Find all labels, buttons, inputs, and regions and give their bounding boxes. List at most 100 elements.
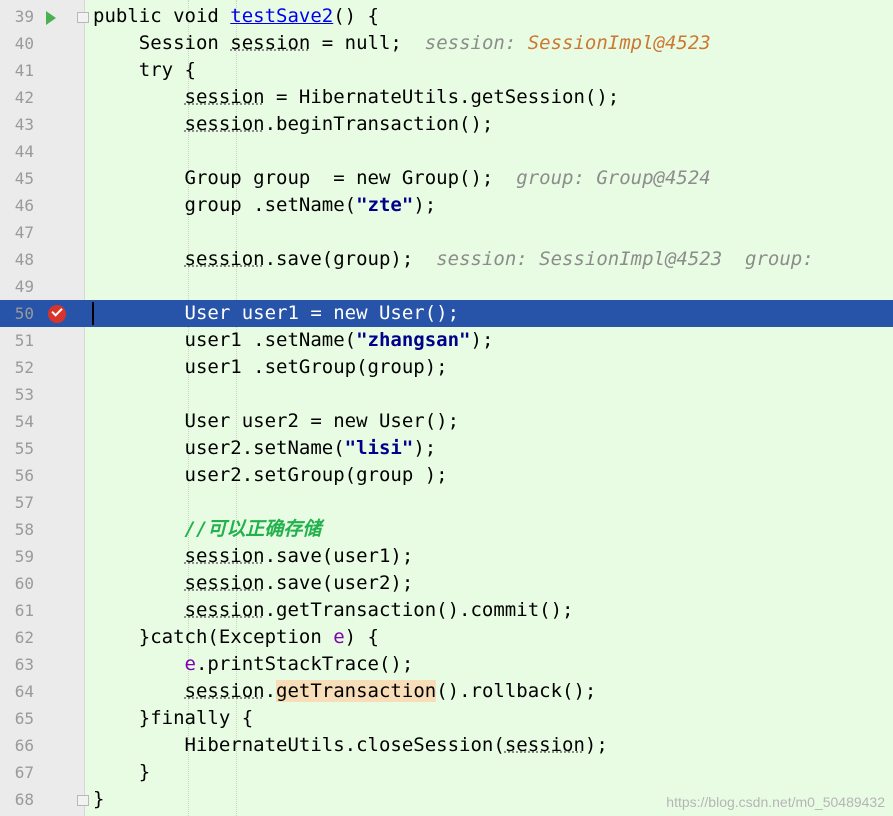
line-number[interactable]: 49 [0, 273, 34, 300]
code-text[interactable]: session.getTransaction().commit(); [93, 597, 574, 624]
code-line[interactable]: 49 [0, 273, 893, 300]
code-token: HibernateUtils.closeSession( [93, 734, 505, 756]
line-number[interactable]: 67 [0, 759, 34, 786]
line-number[interactable]: 40 [0, 30, 34, 57]
code-text[interactable]: session.getTransaction().rollback(); [93, 678, 596, 705]
line-number[interactable]: 68 [0, 786, 34, 813]
code-text[interactable]: session.save(group); session: SessionImp… [93, 246, 814, 273]
code-line[interactable]: 60 session.save(user2); [0, 570, 893, 597]
code-line[interactable]: 53 [0, 381, 893, 408]
code-line[interactable]: 55 user2.setName("lisi"); [0, 435, 893, 462]
line-number[interactable]: 45 [0, 165, 34, 192]
line-number[interactable]: 65 [0, 705, 34, 732]
line-number[interactable]: 61 [0, 597, 34, 624]
code-text[interactable]: session = HibernateUtils.getSession(); [93, 84, 620, 111]
code-line[interactable]: 54 User user2 = new User(); [0, 408, 893, 435]
line-number[interactable]: 54 [0, 408, 34, 435]
code-editor[interactable]: 39 public void testSave2() {40 Session se… [0, 0, 893, 816]
line-number[interactable]: 46 [0, 192, 34, 219]
line-number[interactable]: 43 [0, 111, 34, 138]
line-number[interactable]: 42 [0, 84, 34, 111]
code-text[interactable]: public void testSave2() { [93, 3, 379, 30]
fold-marker-icon[interactable] [77, 12, 89, 23]
code-text[interactable]: session.save(user1); [93, 543, 414, 570]
line-number[interactable]: 51 [0, 327, 34, 354]
line-number[interactable]: 39 [0, 3, 34, 30]
fold-marker-icon[interactable] [77, 795, 89, 806]
code-text[interactable]: session.beginTransaction(); [93, 111, 494, 138]
line-number[interactable]: 47 [0, 219, 34, 246]
current-line[interactable]: 50 User user1 = new User(); [0, 300, 893, 327]
code-text[interactable]: group .setName("zte"); [93, 192, 437, 219]
code-line[interactable]: 41 try { [0, 57, 893, 84]
code-text[interactable]: user2.setName("lisi"); [93, 435, 437, 462]
code-text[interactable]: user1 .setName("zhangsan"); [93, 327, 494, 354]
line-number[interactable]: 58 [0, 516, 34, 543]
checkmark-icon [51, 305, 63, 317]
code-line[interactable]: 58 //可以正确存储 [0, 516, 893, 543]
code-text[interactable]: Session session = null; session: Session… [93, 30, 711, 57]
code-line[interactable]: 67 } [0, 759, 893, 786]
code-line[interactable]: 45 Group group = new Group(); group: Gro… [0, 165, 893, 192]
code-text[interactable]: //可以正确存储 [93, 516, 322, 543]
line-number[interactable]: 60 [0, 570, 34, 597]
code-line[interactable]: 66 HibernateUtils.closeSession(session); [0, 732, 893, 759]
code-line[interactable]: 44 [0, 138, 893, 165]
code-token: "zhangsan" [356, 329, 471, 351]
code-text[interactable]: }catch(Exception e) { [93, 624, 379, 651]
line-number[interactable]: 64 [0, 678, 34, 705]
code-line[interactable]: 40 Session session = null; session: Sess… [0, 30, 893, 57]
line-number[interactable]: 41 [0, 57, 34, 84]
code-token: session [184, 113, 265, 135]
code-text[interactable]: session.save(user2); [93, 570, 414, 597]
code-token: .save(user1); [264, 545, 414, 567]
code-text[interactable]: user2.setGroup(group ); [93, 462, 448, 489]
code-line[interactable]: 65 }finally { [0, 705, 893, 732]
line-number[interactable]: 55 [0, 435, 34, 462]
code-text[interactable]: }finally { [93, 705, 253, 732]
code-line[interactable]: 42 session = HibernateUtils.getSession()… [0, 84, 893, 111]
code-text[interactable]: } [93, 759, 150, 786]
run-gutter-icon[interactable] [46, 11, 56, 25]
line-number[interactable]: 57 [0, 489, 34, 516]
code-token: session [184, 86, 265, 108]
code-line[interactable]: 56 user2.setGroup(group ); [0, 462, 893, 489]
line-number[interactable]: 63 [0, 651, 34, 678]
code-line[interactable]: 64 session.getTransaction().rollback(); [0, 678, 893, 705]
code-text[interactable]: Group group = new Group(); group: Group@… [93, 165, 711, 192]
code-text[interactable]: try { [93, 57, 196, 84]
line-number[interactable]: 56 [0, 462, 34, 489]
code-token: SessionImpl@4523 [527, 32, 711, 54]
code-line[interactable]: 59 session.save(user1); [0, 543, 893, 570]
code-line[interactable]: 48 session.save(group); session: Session… [0, 246, 893, 273]
code-line[interactable]: 52 user1 .setGroup(group); [0, 354, 893, 381]
code-line[interactable]: 47 [0, 219, 893, 246]
code-line[interactable]: 46 group .setName("zte"); [0, 192, 893, 219]
code-text[interactable]: HibernateUtils.closeSession(session); [93, 732, 608, 759]
line-number[interactable]: 50 [0, 300, 34, 327]
line-number[interactable]: 52 [0, 354, 34, 381]
code-line[interactable]: 39 public void testSave2() { [0, 3, 893, 30]
code-line[interactable]: 63 e.printStackTrace(); [0, 651, 893, 678]
code-text[interactable]: user1 .setGroup(group); [93, 354, 448, 381]
code-token: group .setName( [93, 194, 357, 216]
code-text[interactable]: User user2 = new User(); [93, 408, 460, 435]
line-number[interactable]: 62 [0, 624, 34, 651]
code-token: ) { [344, 626, 379, 648]
line-number[interactable]: 59 [0, 543, 34, 570]
line-number[interactable]: 44 [0, 138, 34, 165]
breakpoint-icon[interactable] [48, 305, 66, 323]
code-line[interactable]: 61 session.getTransaction().commit(); [0, 597, 893, 624]
code-text[interactable]: e.printStackTrace(); [93, 651, 414, 678]
code-line[interactable]: 51 user1 .setName("zhangsan"); [0, 327, 893, 354]
code-text[interactable]: } [93, 786, 104, 813]
code-line[interactable]: 57 [0, 489, 893, 516]
line-number[interactable]: 66 [0, 732, 34, 759]
code-line[interactable]: 43 session.beginTransaction(); [0, 111, 893, 138]
code-line[interactable]: 62 }catch(Exception e) { [0, 624, 893, 651]
code-token: "zte" [356, 194, 414, 216]
code-text[interactable]: User user1 = new User(); [93, 300, 460, 327]
line-number[interactable]: 53 [0, 381, 34, 408]
line-number[interactable]: 48 [0, 246, 34, 273]
